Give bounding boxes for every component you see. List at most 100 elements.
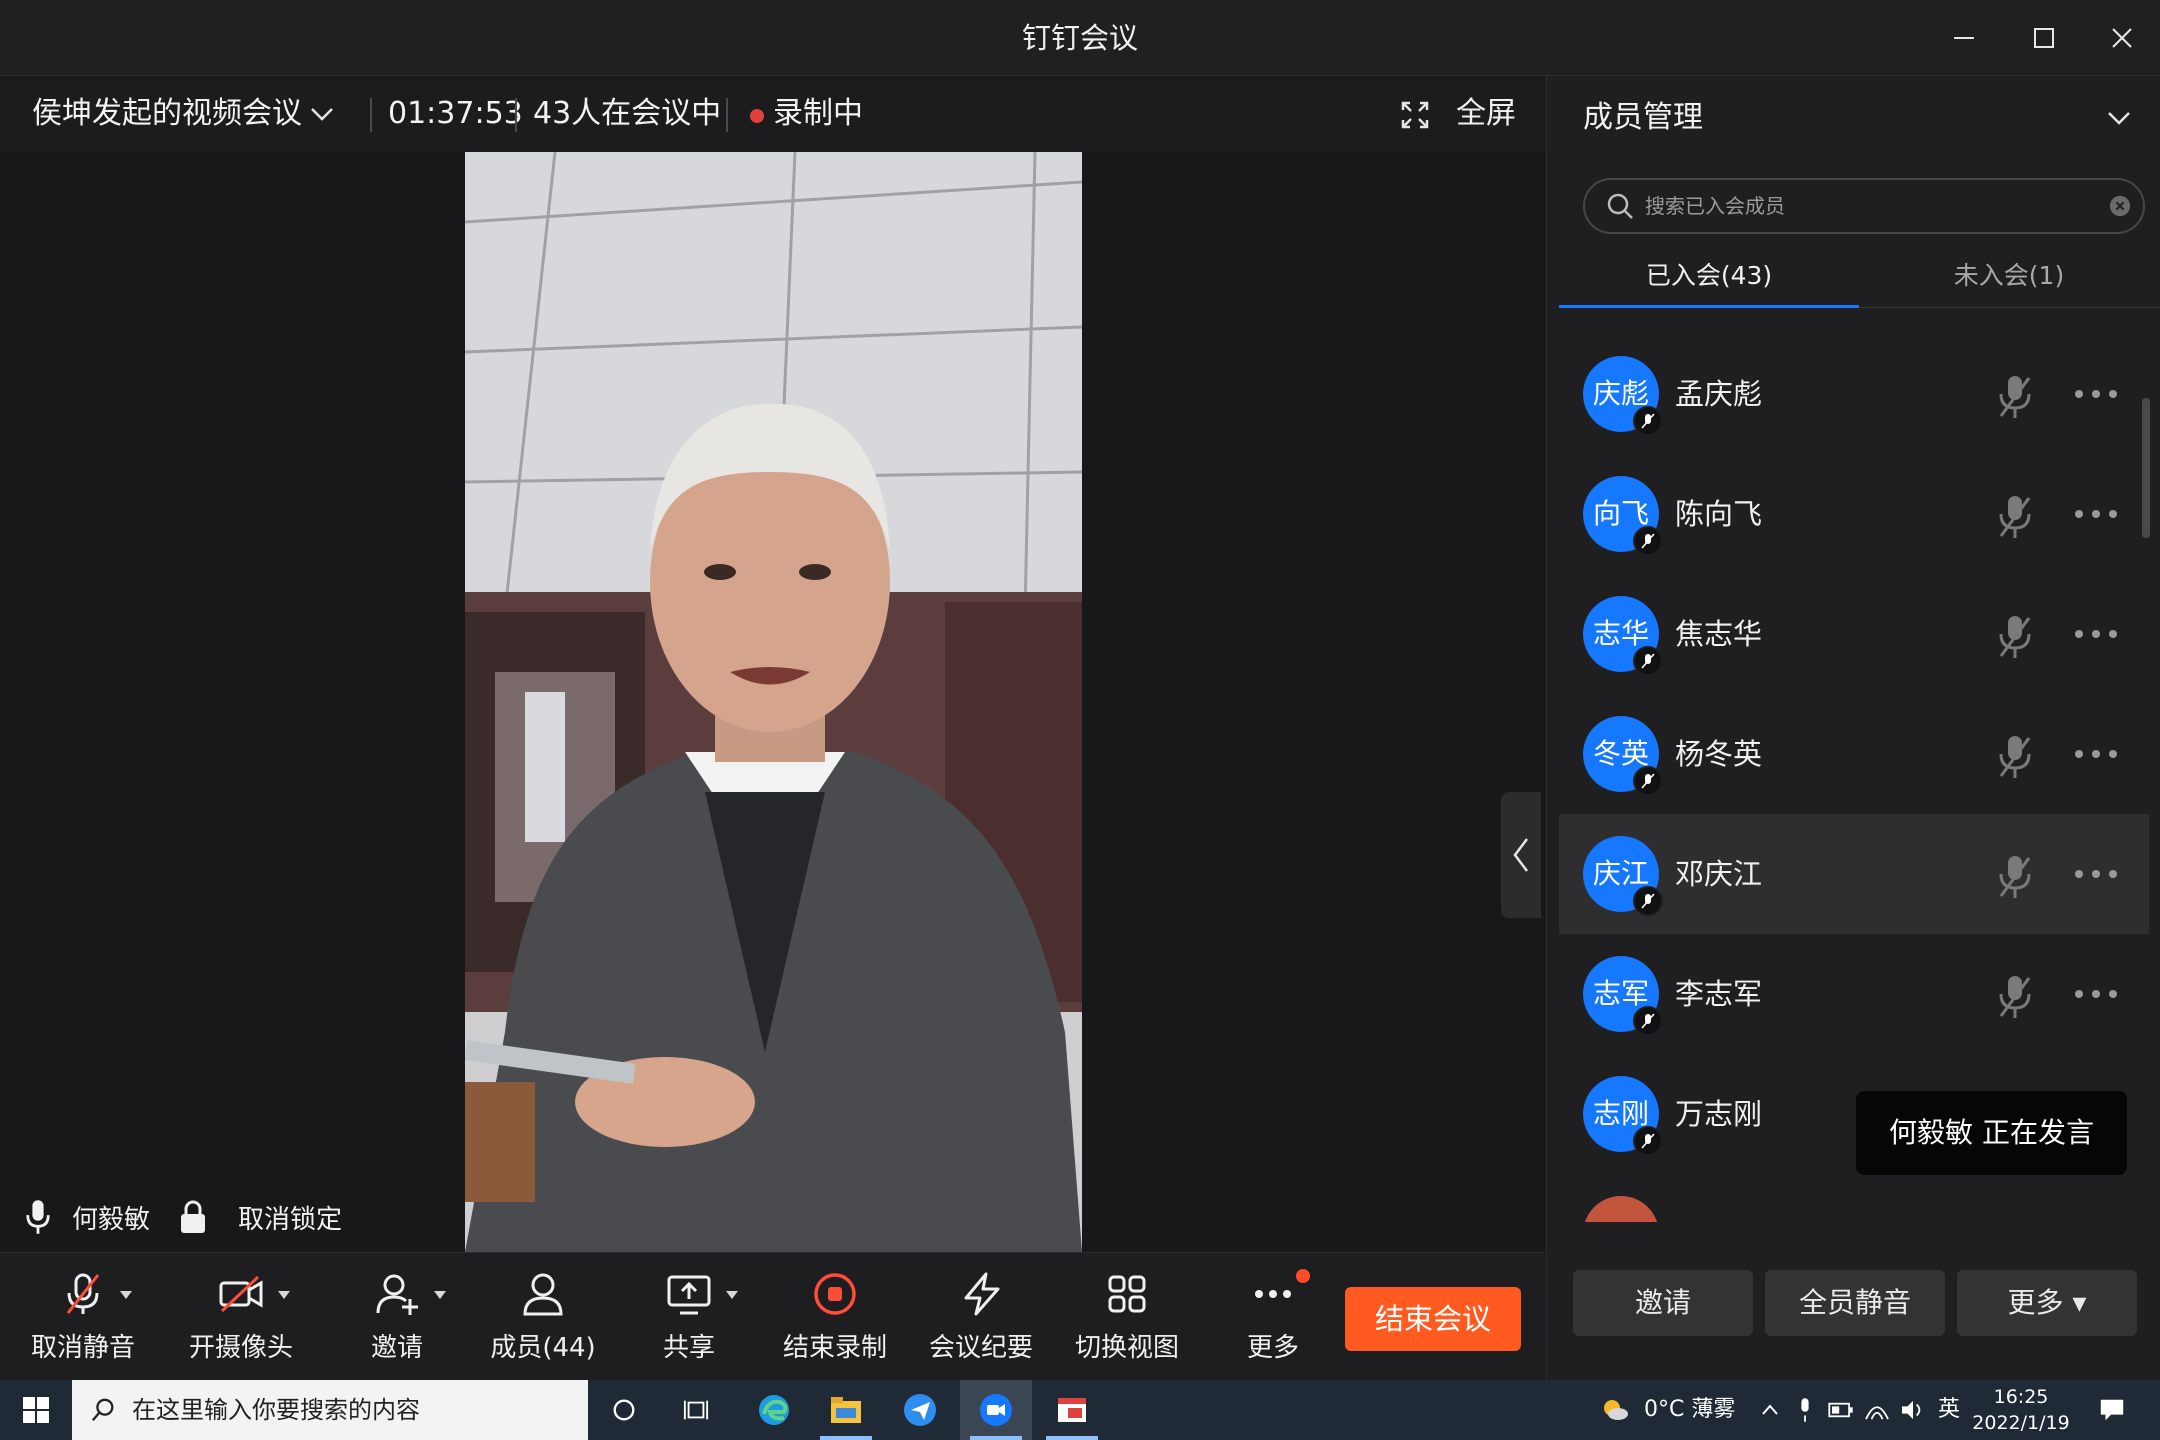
unlock-button[interactable]: 取消锁定 (238, 1199, 342, 1236)
minimize-button[interactable] (1924, 0, 2004, 76)
more-dots-icon[interactable] (2071, 384, 2121, 404)
notification-center-icon[interactable] (2098, 1396, 2126, 1424)
member-name: 邓庆江 (1675, 857, 1763, 891)
minimize-icon (1954, 37, 1974, 39)
task-view-button[interactable] (660, 1380, 732, 1440)
list-item[interactable]: 志华 焦志华 (1559, 574, 2149, 694)
taskbar-clock[interactable]: 16:25 2022/1/19 (1966, 1384, 2076, 1436)
video-area: 何毅敏 取消锁定 (0, 152, 1545, 1252)
input-method-indicator[interactable]: 英 (1938, 1380, 1960, 1440)
taskbar-feishu[interactable] (884, 1380, 956, 1440)
recording-status: 录制中 (773, 96, 863, 131)
invite-button[interactable]: 邀请 (322, 1271, 472, 1371)
maximize-button[interactable] (2004, 0, 2084, 76)
scrollbar[interactable] (2142, 398, 2150, 538)
volume-icon[interactable] (1900, 1399, 1926, 1421)
caret-down-icon[interactable] (434, 1291, 446, 1299)
member-name: 杨冬英 (1675, 737, 1763, 771)
mic-muted-icon[interactable] (1995, 614, 2035, 660)
share-label: 共享 (662, 1333, 715, 1363)
cortana-button[interactable] (588, 1380, 660, 1440)
taskbar-search-placeholder: 在这里输入你要搜索的内容 (132, 1396, 420, 1424)
fullscreen-icon[interactable] (1400, 100, 1430, 130)
list-item[interactable]: 庆江 邓庆江 (1559, 814, 2149, 934)
tab-joined[interactable]: 已入会(43) (1559, 248, 1859, 304)
running-indicator (970, 1436, 1022, 1440)
user-icon (523, 1273, 563, 1316)
chevron-up-icon[interactable] (1760, 1400, 1780, 1420)
switch-view-button[interactable]: 切换视图 (1052, 1271, 1202, 1371)
taskbar-explorer[interactable] (810, 1380, 882, 1440)
weather-icon[interactable] (1598, 1394, 1630, 1426)
wifi-icon[interactable] (1864, 1399, 1890, 1421)
more-dots-icon[interactable] (2071, 504, 2121, 524)
lock-icon[interactable] (178, 1199, 208, 1235)
clock-time: 16:25 (1993, 1386, 2049, 1408)
list-item[interactable]: 庆彪 孟庆彪 (1559, 334, 2149, 454)
member-list: 庆彪 孟庆彪 向飞 陈向飞 志华 焦志华 冬英 杨冬英 庆江 邓庆江 志军 李志… (1559, 334, 2149, 1222)
taskbar-search-input[interactable]: 在这里输入你要搜索的内容 (72, 1380, 588, 1440)
taskbar-app[interactable] (1036, 1380, 1108, 1440)
list-item[interactable] (1559, 1174, 2149, 1222)
caret-down-icon[interactable] (120, 1291, 132, 1299)
meeting-minutes-button[interactable]: 会议纪要 (906, 1271, 1056, 1371)
mic-muted-icon[interactable] (1995, 974, 2035, 1020)
chevron-down-icon[interactable] (2103, 102, 2135, 134)
weather-text[interactable]: 0°C 薄雾 (1644, 1380, 1735, 1440)
meeting-title[interactable]: 侯坤发起的视频会议 (32, 76, 302, 152)
member-name: 陈向飞 (1675, 497, 1763, 531)
end-meeting-button[interactable]: 结束会议 (1345, 1287, 1521, 1351)
divider (726, 98, 728, 132)
members-button[interactable]: 成员(44) (468, 1271, 618, 1371)
speaker-name: 何毅敏 (72, 1204, 151, 1235)
search-icon (1607, 193, 1633, 219)
unmute-button[interactable]: 取消静音 (8, 1271, 158, 1371)
running-indicator (1046, 1436, 1098, 1440)
windows-start-button[interactable] (0, 1380, 72, 1440)
close-button[interactable] (2082, 0, 2160, 76)
clear-icon[interactable] (2109, 195, 2131, 217)
list-item[interactable]: 向飞 陈向飞 (1559, 454, 2149, 574)
list-item[interactable]: 冬英 杨冬英 (1559, 694, 2149, 814)
invite-members-button[interactable]: 邀请 (1573, 1270, 1753, 1336)
invite-label: 邀请 (370, 1333, 423, 1363)
muted-badge-icon (1633, 1006, 1663, 1036)
more-dots-icon[interactable] (2071, 744, 2121, 764)
panel-more-button[interactable]: 更多 ▾ (1957, 1270, 2137, 1336)
more-button[interactable]: 更多 (1198, 1269, 1348, 1371)
chevron-down-icon[interactable] (306, 98, 338, 130)
switch-view-label: 切换视图 (1074, 1333, 1179, 1363)
more-dots-icon[interactable] (2071, 864, 2121, 884)
mic-muted-icon[interactable] (1995, 494, 2035, 540)
tab-not-joined[interactable]: 未入会(1) (1859, 248, 2159, 304)
mute-all-button[interactable]: 全员静音 (1765, 1270, 1945, 1336)
microphone-icon[interactable] (1796, 1397, 1814, 1423)
mic-muted-icon[interactable] (1995, 854, 2035, 900)
member-search-input[interactable]: 搜索已入会成员 (1583, 178, 2145, 234)
taskbar-dingtalk-meeting[interactable] (960, 1380, 1032, 1440)
fullscreen-button[interactable]: 全屏 (1456, 76, 1516, 152)
unmute-label: 取消静音 (30, 1333, 135, 1363)
meeting-toolbar: 取消静音 开摄像头 邀请 成员(44) 共享 结束录制 会议纪要 切换视图 更多… (0, 1252, 1545, 1380)
more-dots-icon (1255, 1290, 1291, 1298)
mic-muted-icon[interactable] (1995, 734, 2035, 780)
window-title: 钉钉会议 (1021, 21, 1138, 55)
caret-down-icon[interactable] (278, 1291, 290, 1299)
list-item[interactable]: 志军 李志军 (1559, 934, 2149, 1054)
caret-down-icon[interactable] (726, 1291, 738, 1299)
more-dots-icon[interactable] (2071, 624, 2121, 644)
taskbar-edge[interactable] (738, 1380, 810, 1440)
share-button[interactable]: 共享 (614, 1271, 764, 1371)
more-dots-icon[interactable] (2071, 984, 2121, 1004)
member-management-panel: 成员管理 搜索已入会成员 已入会(43) 未入会(1) 庆彪 孟庆彪 向飞 陈向… (1546, 76, 2160, 1380)
participant-video[interactable] (465, 152, 1082, 1252)
grid-view-icon (1108, 1275, 1146, 1313)
camera-button[interactable]: 开摄像头 (166, 1271, 316, 1371)
muted-badge-icon (1633, 886, 1663, 916)
stop-recording-button[interactable]: 结束录制 (760, 1271, 910, 1371)
camera-label: 开摄像头 (188, 1333, 293, 1363)
battery-icon[interactable] (1828, 1401, 1854, 1419)
muted-badge-icon (1633, 1126, 1663, 1156)
collapse-panel-button[interactable] (1501, 792, 1541, 918)
mic-muted-icon[interactable] (1995, 374, 2035, 420)
